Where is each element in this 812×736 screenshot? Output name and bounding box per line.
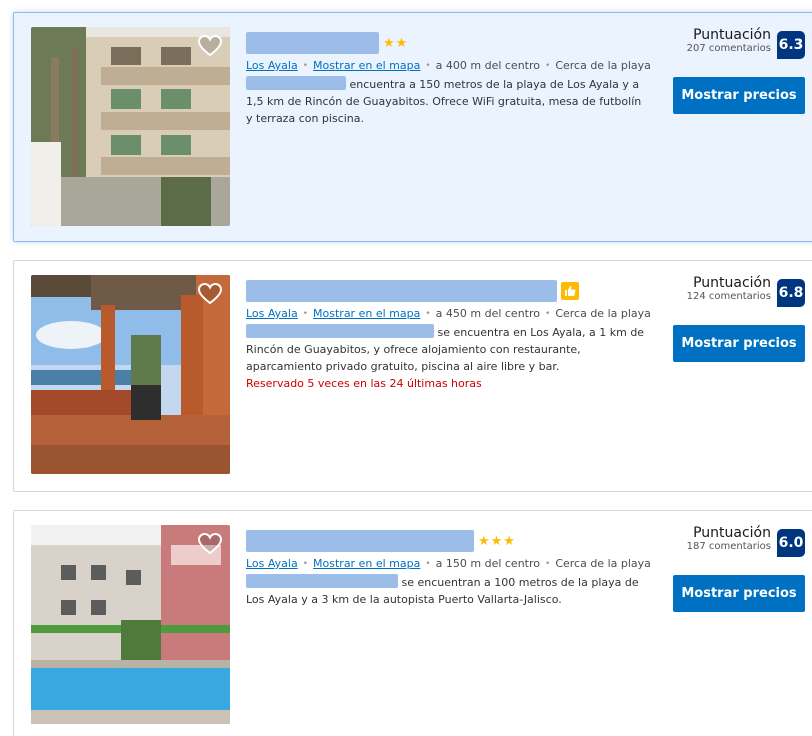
description-redacted xyxy=(246,76,346,90)
review-score[interactable]: Puntuación 207 comentarios 6.3 xyxy=(687,27,805,59)
separator-dot: • xyxy=(545,558,551,569)
show-prices-button[interactable]: Mostrar precios xyxy=(673,325,805,362)
location-row: Los Ayala • Mostrar en el mapa • a 450 m… xyxy=(246,307,651,320)
separator-dot: • xyxy=(302,60,309,71)
hotel-info: ★★ Los Ayala • Mostrar en el mapa • a 40… xyxy=(246,31,651,127)
review-count: 207 comentarios xyxy=(686,43,771,54)
separator-dot: • xyxy=(302,558,309,569)
show-prices-button[interactable]: Mostrar precios xyxy=(673,77,805,114)
distance-from-center: a 400 m del centro xyxy=(435,59,540,72)
score-badge: 6.8 xyxy=(777,279,805,307)
location-row: Los Ayala • Mostrar en el mapa • a 400 m… xyxy=(246,59,651,72)
show-on-map-link[interactable]: Mostrar en el mapa xyxy=(313,59,420,72)
hotel-name-row: ★★★ xyxy=(246,529,646,553)
score-badge: 6.3 xyxy=(777,31,805,59)
hotel-description: se encuentra en Los Ayala, a 1 km de Rin… xyxy=(246,324,646,375)
show-on-map-link[interactable]: Mostrar en el mapa xyxy=(313,557,420,570)
distance-from-center: a 150 m del centro xyxy=(435,557,540,570)
description-redacted xyxy=(246,324,434,338)
score-badge: 6.0 xyxy=(777,529,805,557)
score-label: Puntuación xyxy=(693,27,771,43)
location-link[interactable]: Los Ayala xyxy=(246,59,298,72)
star-rating: ★★★ xyxy=(478,533,516,549)
separator-dot: • xyxy=(545,308,551,319)
score-label: Puntuación xyxy=(693,525,771,541)
location-link[interactable]: Los Ayala xyxy=(246,307,298,320)
score-label: Puntuación xyxy=(693,275,771,291)
show-prices-button[interactable]: Mostrar precios xyxy=(673,575,805,612)
beach-proximity: Cerca de la playa xyxy=(555,59,651,72)
favorite-heart-icon[interactable] xyxy=(198,283,222,305)
star-rating: ★★ xyxy=(383,35,409,51)
show-on-map-link[interactable]: Mostrar en el mapa xyxy=(313,307,420,320)
hotel-info: Los Ayala • Mostrar en el mapa • a 450 m… xyxy=(246,279,651,392)
favorite-heart-icon[interactable] xyxy=(198,35,222,57)
hotel-card-3[interactable]: ★★★ Los Ayala • Mostrar en el mapa • a 1… xyxy=(13,510,812,736)
hotel-description: se encuentran a 100 metros de la playa d… xyxy=(246,574,646,608)
hotel-photo[interactable] xyxy=(31,525,230,724)
hotel-card-1[interactable]: ★★ Los Ayala • Mostrar en el mapa • a 40… xyxy=(13,12,812,242)
hotel-photo[interactable] xyxy=(31,275,230,474)
hotel-name-redacted[interactable] xyxy=(246,32,379,54)
review-score[interactable]: Puntuación 187 comentarios 6.0 xyxy=(687,525,805,557)
hotel-name-row: ★★ xyxy=(246,31,646,55)
beach-proximity: Cerca de la playa xyxy=(555,307,651,320)
hotel-card-2[interactable]: Los Ayala • Mostrar en el mapa • a 450 m… xyxy=(13,260,812,492)
hotel-name-redacted[interactable] xyxy=(246,530,474,552)
review-score[interactable]: Puntuación 124 comentarios 6.8 xyxy=(687,275,805,307)
review-count: 187 comentarios xyxy=(686,541,771,552)
separator-dot: • xyxy=(302,308,309,319)
hotel-name-row xyxy=(246,279,646,303)
beach-proximity: Cerca de la playa xyxy=(555,557,651,570)
separator-dot: • xyxy=(545,60,551,71)
separator-dot: • xyxy=(425,308,431,319)
separator-dot: • xyxy=(425,60,431,71)
location-link[interactable]: Los Ayala xyxy=(246,557,298,570)
location-row: Los Ayala • Mostrar en el mapa • a 150 m… xyxy=(246,557,651,570)
description-redacted xyxy=(246,574,398,588)
review-count: 124 comentarios xyxy=(686,291,771,302)
hotel-description: encuentra a 150 metros de la playa de Lo… xyxy=(246,76,646,127)
urgency-message: Reservado 5 veces en las 24 últimas hora… xyxy=(246,377,482,390)
hotel-photo[interactable] xyxy=(31,27,230,226)
separator-dot: • xyxy=(425,558,431,569)
favorite-heart-icon[interactable] xyxy=(198,533,222,555)
hotel-name-redacted[interactable] xyxy=(246,280,557,302)
distance-from-center: a 450 m del centro xyxy=(435,307,540,320)
thumbs-up-icon xyxy=(561,282,579,300)
hotel-info: ★★★ Los Ayala • Mostrar en el mapa • a 1… xyxy=(246,529,651,608)
